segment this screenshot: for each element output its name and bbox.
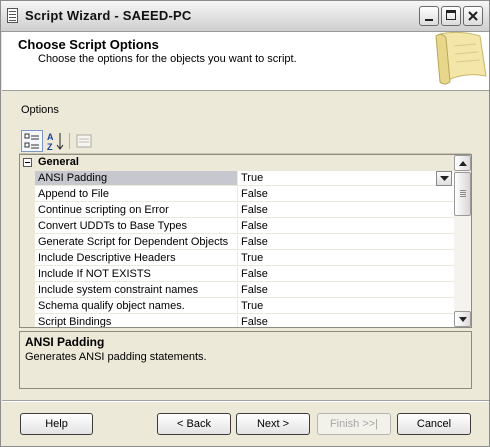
property-pages-icon: [76, 134, 92, 148]
property-row[interactable]: Convert UDDTs to Base Types False: [20, 219, 454, 235]
property-row[interactable]: Generate Script for Dependent Objects Fa…: [20, 235, 454, 251]
property-name: Convert UDDTs to Base Types: [35, 219, 238, 234]
row-gutter: [20, 171, 35, 187]
property-name: Include system constraint names: [35, 283, 238, 298]
finish-button[interactable]: Finish >>|: [317, 413, 391, 435]
vertical-scrollbar[interactable]: [454, 155, 471, 327]
property-pages-button[interactable]: [73, 130, 95, 152]
property-name: Include If NOT EXISTS: [35, 267, 238, 282]
row-gutter: [20, 251, 35, 267]
property-value[interactable]: False: [238, 267, 454, 282]
property-value[interactable]: False: [238, 203, 454, 218]
property-value: True: [241, 172, 264, 184]
alphabetical-button[interactable]: A Z: [45, 130, 67, 152]
property-value-select[interactable]: True: [238, 171, 454, 186]
description-text: Generates ANSI padding statements.: [25, 351, 207, 363]
property-row[interactable]: Include Descriptive Headers True: [20, 251, 454, 267]
scroll-down-button[interactable]: [454, 311, 471, 327]
wizard-header: Choose Script Options Choose the options…: [2, 32, 489, 91]
property-row[interactable]: Schema qualify object names. True: [20, 299, 454, 315]
property-value[interactable]: False: [238, 283, 454, 298]
property-name: Generate Script for Dependent Objects: [35, 235, 238, 250]
close-button[interactable]: [463, 6, 483, 26]
property-row[interactable]: Include If NOT EXISTS False: [20, 267, 454, 283]
title-bar[interactable]: Script Wizard - SAEED-PC: [1, 1, 489, 32]
property-name: Include Descriptive Headers: [35, 251, 238, 266]
page-title: Choose Script Options: [18, 37, 159, 52]
row-gutter: [20, 203, 35, 219]
row-gutter: [20, 283, 35, 299]
sort-az-icon: A Z: [47, 132, 64, 152]
options-label: Options: [21, 104, 59, 116]
close-icon: [468, 11, 478, 21]
property-value[interactable]: False: [238, 219, 454, 234]
dropdown-button[interactable]: [436, 171, 452, 186]
property-row[interactable]: Include system constraint names False: [20, 283, 454, 299]
property-name: Script Bindings: [35, 315, 238, 327]
categorized-button[interactable]: [21, 130, 43, 152]
categorized-icon: [24, 133, 39, 149]
property-row[interactable]: Append to File False: [20, 187, 454, 203]
property-name: Append to File: [35, 187, 238, 202]
description-title: ANSI Padding: [25, 335, 105, 349]
next-button[interactable]: Next >: [236, 413, 310, 435]
scrollbar-thumb[interactable]: [454, 172, 471, 216]
property-value[interactable]: False: [238, 187, 454, 202]
row-gutter: [20, 219, 35, 235]
minimize-button[interactable]: [419, 6, 439, 26]
back-button[interactable]: < Back: [157, 413, 231, 435]
property-value[interactable]: False: [238, 315, 454, 327]
description-panel: ANSI Padding Generates ANSI padding stat…: [19, 331, 472, 389]
collapse-icon[interactable]: [23, 158, 32, 167]
property-name: ANSI Padding: [35, 171, 238, 186]
chevron-up-icon: [459, 161, 467, 166]
help-button[interactable]: Help: [20, 413, 93, 435]
category-label: General: [38, 156, 79, 168]
row-gutter: [20, 315, 35, 327]
footer-divider: [2, 400, 489, 402]
row-gutter: [20, 187, 35, 203]
toolbar-separator: [69, 133, 70, 149]
chevron-down-icon: [440, 176, 449, 181]
property-value[interactable]: True: [238, 299, 454, 314]
row-gutter: [20, 235, 35, 251]
property-row[interactable]: Script Bindings False: [20, 315, 454, 327]
category-row-general[interactable]: General: [20, 155, 454, 171]
cancel-button[interactable]: Cancel: [397, 413, 471, 435]
svg-text:Z: Z: [47, 142, 53, 152]
property-grid: General ANSI Padding True Append to File…: [19, 154, 472, 328]
property-name: Schema qualify object names.: [35, 299, 238, 314]
property-value[interactable]: False: [238, 235, 454, 250]
property-row[interactable]: Continue scripting on Error False: [20, 203, 454, 219]
property-row[interactable]: ANSI Padding True: [20, 171, 454, 187]
property-toolbar: A Z: [19, 129, 471, 154]
svg-text:A: A: [47, 132, 54, 142]
row-gutter: [20, 299, 35, 315]
page-subtitle: Choose the options for the objects you w…: [38, 53, 297, 65]
maximize-button[interactable]: [441, 6, 461, 26]
row-gutter: [20, 267, 35, 283]
property-name: Continue scripting on Error: [35, 203, 238, 218]
property-value[interactable]: True: [238, 251, 454, 266]
scroll-up-button[interactable]: [454, 155, 471, 171]
chevron-down-icon: [459, 317, 467, 322]
window-title: Script Wizard - SAEED-PC: [25, 8, 192, 23]
document-icon: [7, 8, 18, 23]
scroll-icon: [435, 32, 487, 85]
script-wizard-window: Script Wizard - SAEED-PC Choose Script O…: [0, 0, 490, 447]
